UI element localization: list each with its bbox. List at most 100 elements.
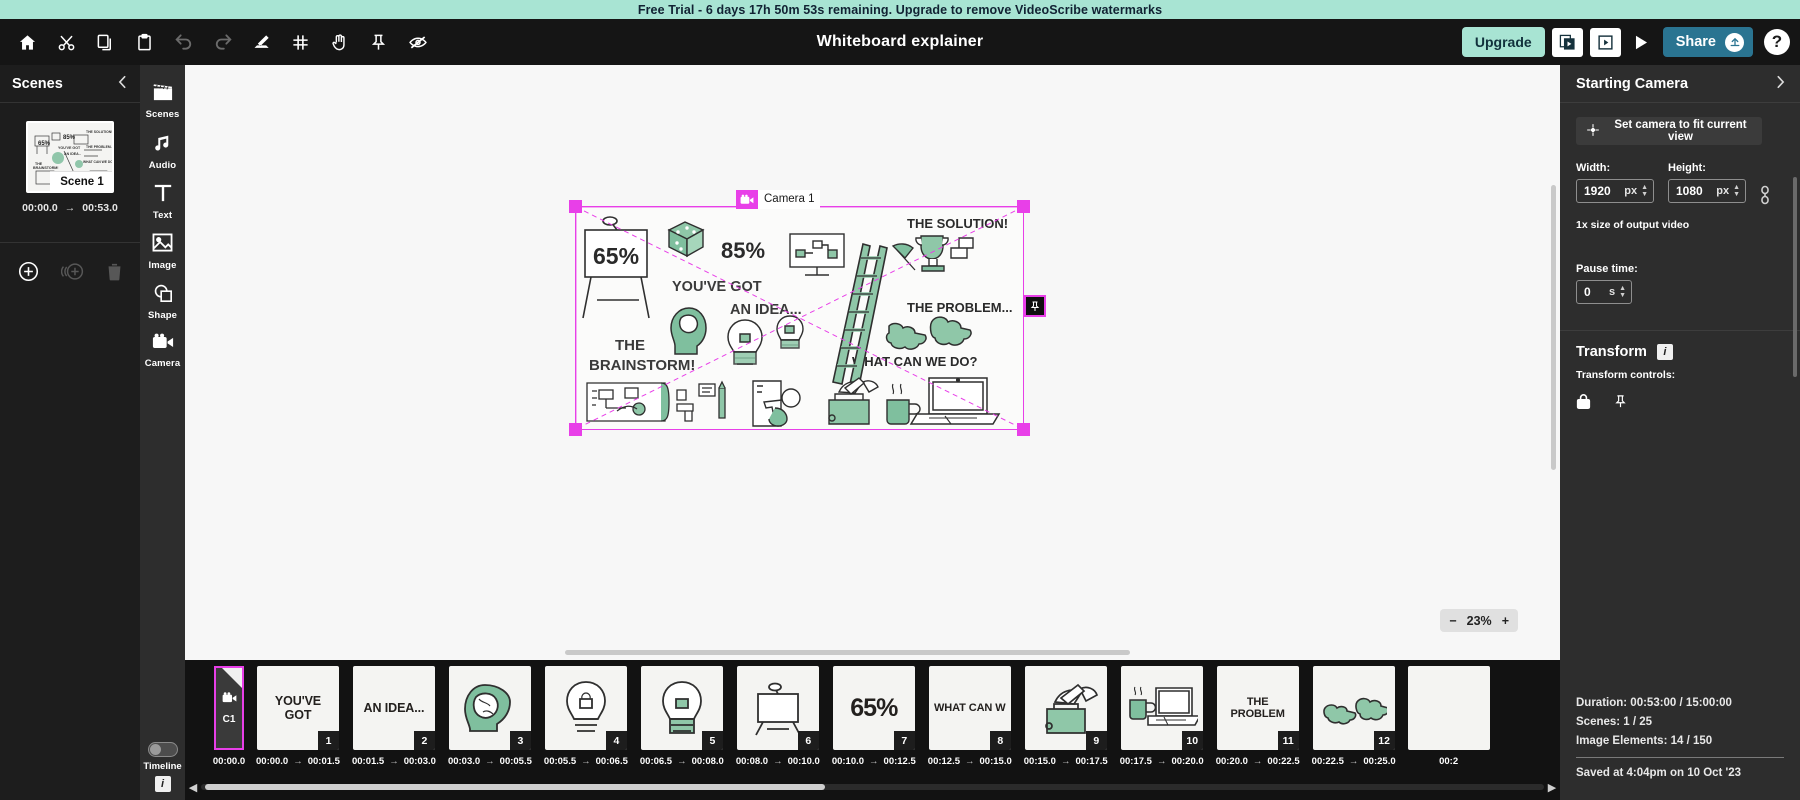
- timeline-item[interactable]: AN IDEA... 2 00:01.5 → 00:03.0: [352, 666, 436, 767]
- timeline-item[interactable]: 3 00:03.0 → 00:05.5: [448, 666, 532, 767]
- timeline-camera-thumb[interactable]: C1: [214, 666, 244, 750]
- play-icon[interactable]: [1628, 28, 1656, 57]
- resize-handle-top-right[interactable]: [1017, 200, 1030, 213]
- timeline-item-end: 00:01.5: [307, 756, 340, 767]
- pin-icon[interactable]: [1613, 393, 1628, 415]
- info-button[interactable]: i: [154, 776, 171, 792]
- camera-selection-rect[interactable]: Camera 1: [569, 190, 1046, 436]
- timeline-item-end: 00:12.5: [883, 756, 916, 767]
- resize-handle-bottom-left[interactable]: [569, 423, 582, 436]
- timeline-item[interactable]: 4 00:05.5 → 00:06.5: [544, 666, 628, 767]
- hide-eye-icon[interactable]: [398, 22, 437, 62]
- timeline-item[interactable]: 12 00:22.5 → 00:25.0: [1312, 666, 1396, 767]
- width-stepper[interactable]: ▲ ▼: [1641, 184, 1653, 198]
- redo-icon[interactable]: [203, 22, 242, 62]
- copy-icon[interactable]: [86, 22, 125, 62]
- width-field-group: Width: 1920 px ▲ ▼: [1576, 162, 1654, 203]
- grid-icon[interactable]: [281, 22, 320, 62]
- duplicate-scene-button[interactable]: [60, 261, 84, 282]
- resize-handle-top-left[interactable]: [569, 200, 582, 213]
- timeline-thumb-caption: THE PROBLEM: [1230, 696, 1285, 720]
- rail-item-camera[interactable]: Camera: [140, 326, 185, 374]
- canvas-area[interactable]: 65% 85% THE SOLUTION! YOU'VE GOT AN IDEA…: [185, 65, 1560, 660]
- pan-hand-icon[interactable]: [320, 22, 359, 62]
- cut-icon[interactable]: [47, 22, 86, 62]
- share-button[interactable]: Share: [1662, 27, 1753, 57]
- timeline-scroll-right-icon[interactable]: ▶: [1544, 781, 1560, 794]
- rail-item-text[interactable]: Text: [140, 176, 185, 226]
- timeline-scroll-left-icon[interactable]: ◀: [185, 781, 201, 794]
- timeline-thumbnail[interactable]: 4: [544, 666, 627, 750]
- height-input[interactable]: 1080 px ▲ ▼: [1668, 179, 1746, 203]
- timeline-thumbnail[interactable]: 65% 7: [832, 666, 915, 750]
- timeline-thumbnail[interactable]: AN IDEA... 2: [352, 666, 435, 750]
- pause-time-stepper[interactable]: ▲ ▼: [1619, 285, 1631, 299]
- zoom-in-button[interactable]: +: [1502, 614, 1509, 628]
- paste-icon[interactable]: [125, 22, 164, 62]
- rail-item-shape[interactable]: Shape: [140, 276, 185, 326]
- timeline-thumbnail[interactable]: 12: [1312, 666, 1395, 750]
- timeline-item[interactable]: 6 00:08.0 → 00:10.0: [736, 666, 820, 767]
- timeline-item-time: 00:01.5 → 00:03.0: [352, 756, 436, 767]
- timeline-thumbnail[interactable]: 6: [736, 666, 819, 750]
- timeline-thumbnail[interactable]: 9: [1024, 666, 1107, 750]
- link-aspect-ratio-icon[interactable]: [1760, 185, 1770, 210]
- pin-icon[interactable]: [359, 22, 398, 62]
- timeline-thumbnail[interactable]: YOU'VE GOT 1: [256, 666, 339, 750]
- preview-first-icon[interactable]: [1551, 27, 1583, 57]
- timeline-item-end: 00:25.0: [1363, 756, 1396, 767]
- rail-item-scenes[interactable]: Scenes: [140, 75, 185, 125]
- timeline-item-time: 00:15.0 → 00:17.5: [1024, 756, 1108, 767]
- set-camera-fit-label: Set camera to fit current view: [1614, 119, 1747, 143]
- help-icon[interactable]: ?: [1764, 29, 1790, 55]
- timeline-item-end: 00:22.5: [1267, 756, 1300, 767]
- timeline-thumbnail[interactable]: THE PROBLEM 11: [1216, 666, 1299, 750]
- height-label: Height:: [1668, 162, 1706, 174]
- undo-icon[interactable]: [164, 22, 203, 62]
- timeline-thumbnail[interactable]: 5: [640, 666, 723, 750]
- rail-item-audio[interactable]: Audio: [140, 125, 185, 176]
- timeline-camera-item[interactable]: C1 00:00.0: [213, 666, 245, 767]
- rail-item-image[interactable]: Image: [140, 226, 185, 276]
- timeline-toggle[interactable]: [147, 742, 178, 757]
- delete-scene-button[interactable]: [106, 261, 123, 282]
- upgrade-button[interactable]: Upgrade: [1461, 27, 1545, 57]
- timeline-item[interactable]: 9 00:15.0 → 00:17.5: [1024, 666, 1108, 767]
- timeline-thumbnail[interactable]: [1407, 666, 1490, 750]
- timeline-item[interactable]: YOU'VE GOT 1 00:00.0 → 00:01.5: [256, 666, 340, 767]
- resize-handle-bottom-right[interactable]: [1017, 423, 1030, 436]
- timeline-item[interactable]: 00:2: [1407, 666, 1490, 767]
- collapse-right-panel-icon[interactable]: [1775, 75, 1786, 93]
- timeline-item[interactable]: 10 00:17.5 → 00:20.0: [1120, 666, 1204, 767]
- timeline-thumbnail[interactable]: 10: [1120, 666, 1203, 750]
- width-input[interactable]: 1920 px ▲ ▼: [1576, 179, 1654, 203]
- timeline-item[interactable]: WHAT CAN W 8 00:12.5 → 00:15.0: [928, 666, 1012, 767]
- transform-info-button[interactable]: i: [1656, 344, 1673, 360]
- set-camera-fit-button[interactable]: Set camera to fit current view: [1576, 117, 1762, 145]
- add-scene-button[interactable]: [18, 261, 39, 282]
- timeline-thumbnail[interactable]: 3: [448, 666, 531, 750]
- timeline-scroll-track[interactable]: [201, 784, 1544, 790]
- scene-thumbnail[interactable]: 65% 85% YOU'VE GOT AN IDEA.. THE SOLUTIO…: [26, 121, 114, 193]
- canvas-vertical-scrollbar[interactable]: [1551, 185, 1556, 470]
- preview-scene-icon[interactable]: [1589, 27, 1621, 57]
- camera-badge[interactable]: Camera 1: [736, 190, 820, 209]
- home-icon[interactable]: [8, 22, 47, 62]
- timeline-item[interactable]: 5 00:06.5 → 00:08.0: [640, 666, 724, 767]
- canvas-pin-icon[interactable]: [1024, 295, 1046, 317]
- timeline-item-number: 11: [1277, 731, 1299, 750]
- draw-hand-icon[interactable]: [242, 22, 281, 62]
- right-panel-scrollbar[interactable]: [1793, 177, 1797, 377]
- pause-time-input[interactable]: 0 s ▲ ▼: [1576, 280, 1632, 304]
- lock-icon[interactable]: [1576, 393, 1591, 415]
- height-stepper[interactable]: ▲ ▼: [1733, 184, 1745, 198]
- timeline-item-time: 00:20.0 → 00:22.5: [1216, 756, 1300, 767]
- timeline-item[interactable]: THE PROBLEM 11 00:20.0 → 00:22.5: [1216, 666, 1300, 767]
- timeline-scroll-thumb[interactable]: [205, 784, 825, 790]
- collapse-left-panel-icon[interactable]: [117, 75, 128, 93]
- puzzle-pieces-icon: [1322, 697, 1387, 725]
- timeline-thumbnail[interactable]: WHAT CAN W 8: [928, 666, 1011, 750]
- timeline-item[interactable]: 65% 7 00:10.0 → 00:12.5: [832, 666, 916, 767]
- zoom-out-button[interactable]: −: [1449, 614, 1456, 628]
- canvas-horizontal-scrollbar[interactable]: [565, 650, 1130, 655]
